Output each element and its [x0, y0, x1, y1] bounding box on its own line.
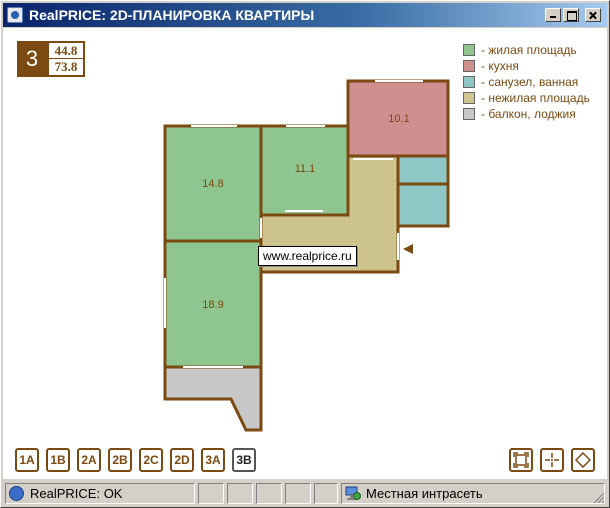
room-area-label: 10.1 [388, 113, 409, 125]
status-pane [227, 483, 253, 504]
maximize-button[interactable] [563, 8, 579, 22]
url-tooltip: www.realprice.ru [258, 246, 357, 266]
status-pane [198, 483, 224, 504]
plan-button-1b[interactable]: 1B [46, 448, 70, 472]
move-view-button[interactable] [540, 448, 564, 472]
room-area-label: 18.9 [202, 299, 223, 311]
diamond-icon [575, 452, 591, 468]
close-button[interactable] [585, 8, 601, 22]
room-balcony[interactable] [163, 365, 263, 432]
entrance-arrow-icon [403, 244, 413, 254]
move-icon [545, 453, 559, 467]
room-bath[interactable] [396, 182, 450, 228]
plan-button-2b[interactable]: 2B [108, 448, 132, 472]
window-title: RealPRICE: 2D-ПЛАНИРОВКА КВАРТИРЫ [29, 7, 315, 23]
rotate-view-button[interactable] [571, 448, 595, 472]
app-window: RealPRICE: 2D-ПЛАНИРОВКА КВАРТИРЫ 3 44.8… [0, 0, 610, 508]
status-pane-main: RealPRICE: OK [5, 483, 195, 504]
plan-button-3a[interactable]: 3A [201, 448, 225, 472]
status-pane-zone: Местная интрасеть [341, 483, 605, 504]
ie-page-icon [9, 486, 24, 501]
status-pane [256, 483, 282, 504]
minimize-button[interactable] [545, 8, 561, 22]
room-area-label: 11.1 [295, 163, 316, 175]
resize-grip-icon[interactable] [593, 492, 605, 504]
plan-button-1a[interactable]: 1A [15, 448, 39, 472]
plan-button-2a[interactable]: 2A [77, 448, 101, 472]
plan-viewport: 3 44.8 73.8 - жилая площадь - кухня - са… [3, 28, 607, 479]
title-bar[interactable]: RealPRICE: 2D-ПЛАНИРОВКА КВАРТИРЫ [3, 3, 607, 27]
plan-button-3b[interactable]: 3B [232, 448, 256, 472]
zone-text: Местная интрасеть [366, 486, 483, 501]
room-area-label: 14.8 [202, 178, 223, 190]
status-pane [285, 483, 311, 504]
status-text: RealPRICE: OK [30, 486, 123, 501]
fit-view-button[interactable] [509, 448, 533, 472]
status-bar: RealPRICE: OK Местная интрасеть [3, 481, 607, 506]
plan-button-2c[interactable]: 2C [139, 448, 163, 472]
fit-icon [513, 452, 529, 468]
app-icon[interactable] [7, 7, 23, 23]
status-pane [314, 483, 338, 504]
plan-button-2d[interactable]: 2D [170, 448, 194, 472]
room-toilet[interactable] [396, 154, 450, 186]
intranet-icon [345, 486, 361, 500]
